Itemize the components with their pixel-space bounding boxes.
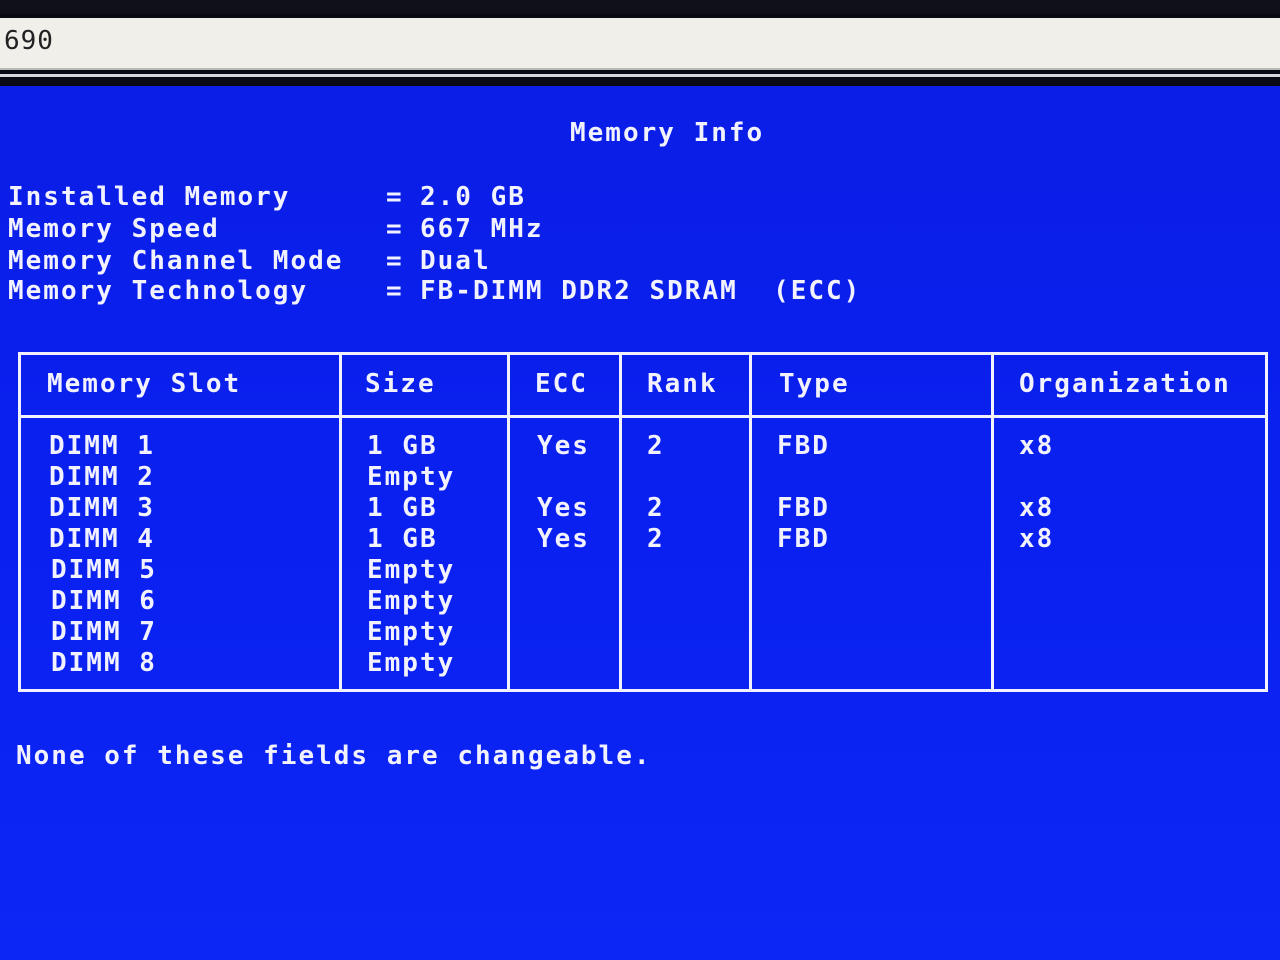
table-cell-slot: DIMM 7: [51, 617, 157, 647]
table-cell-ecc: Yes: [537, 524, 590, 554]
table-cell-size: 1 GB: [367, 431, 438, 461]
table-cell-slot: DIMM 5: [51, 555, 157, 585]
monitor-bezel-top: [0, 0, 1280, 14]
table-cell-slot: DIMM 1: [49, 431, 155, 461]
table-cell-slot: DIMM 4: [49, 524, 155, 554]
strip-divider: [0, 74, 1280, 77]
info-equals: =: [386, 214, 404, 244]
table-cell-type: FBD: [777, 493, 830, 523]
table-cell-slot: DIMM 6: [51, 586, 157, 616]
table-column-divider: [339, 355, 342, 689]
bios-screen: Memory Info Installed Memory = 2.0 GB Me…: [0, 86, 1280, 960]
table-cell-size: Empty: [367, 462, 456, 492]
table-cell-rank: 2: [647, 493, 665, 523]
info-value: 2.0 GB: [420, 182, 526, 212]
info-label: Memory Technology: [8, 276, 309, 306]
table-cell-size: Empty: [367, 617, 456, 647]
column-header-size: Size: [365, 369, 436, 399]
table-cell-organization: x8: [1019, 524, 1055, 554]
column-header-type: Type: [779, 369, 850, 399]
column-header-organization: Organization: [1019, 369, 1231, 399]
info-value: Dual: [420, 246, 491, 276]
table-cell-ecc: Yes: [537, 493, 590, 523]
table-cell-rank: 2: [647, 431, 665, 461]
page-title: Memory Info: [570, 118, 765, 148]
footer-note: None of these fields are changeable.: [16, 741, 652, 771]
column-header-memory-slot: Memory Slot: [47, 369, 242, 399]
info-row-installed-memory: Installed Memory = 2.0 GB: [8, 182, 524, 214]
info-equals: =: [386, 246, 404, 276]
label-strip: 690: [0, 18, 1280, 70]
table-cell-organization: x8: [1019, 431, 1055, 461]
info-label: Installed Memory: [8, 182, 291, 212]
table-cell-rank: 2: [647, 524, 665, 554]
info-equals: =: [386, 182, 404, 212]
table-column-divider: [991, 355, 994, 689]
memory-slot-table: Memory Slot Size ECC Rank Type Organizat…: [18, 352, 1268, 692]
column-header-rank: Rank: [647, 369, 718, 399]
label-strip-text: 690: [4, 26, 54, 56]
info-label: Memory Channel Mode: [8, 246, 344, 276]
table-cell-size: Empty: [367, 555, 456, 585]
table-cell-slot: DIMM 2: [49, 462, 155, 492]
table-header-divider: [21, 415, 1265, 418]
column-header-ecc: ECC: [535, 369, 588, 399]
info-label: Memory Speed: [8, 214, 220, 244]
table-cell-ecc: Yes: [537, 431, 590, 461]
table-cell-size: Empty: [367, 648, 456, 678]
table-cell-organization: x8: [1019, 493, 1055, 523]
table-cell-slot: DIMM 8: [51, 648, 157, 678]
info-row-channel-mode: Memory Channel Mode = Dual: [8, 246, 489, 278]
table-cell-slot: DIMM 3: [49, 493, 155, 523]
table-cell-type: FBD: [777, 524, 830, 554]
info-equals: =: [386, 276, 404, 306]
table-cell-size: 1 GB: [367, 524, 438, 554]
info-value: FB-DIMM DDR2 SDRAM (ECC): [420, 276, 862, 306]
table-column-divider: [507, 355, 510, 689]
info-row-memory-speed: Memory Speed = 667 MHz: [8, 214, 542, 246]
table-cell-size: 1 GB: [367, 493, 438, 523]
info-row-memory-technology: Memory Technology = FB-DIMM DDR2 SDRAM (…: [8, 276, 859, 308]
table-column-divider: [749, 355, 752, 689]
table-column-divider: [619, 355, 622, 689]
table-cell-type: FBD: [777, 431, 830, 461]
info-value: 667 MHz: [420, 214, 544, 244]
table-cell-size: Empty: [367, 586, 456, 616]
